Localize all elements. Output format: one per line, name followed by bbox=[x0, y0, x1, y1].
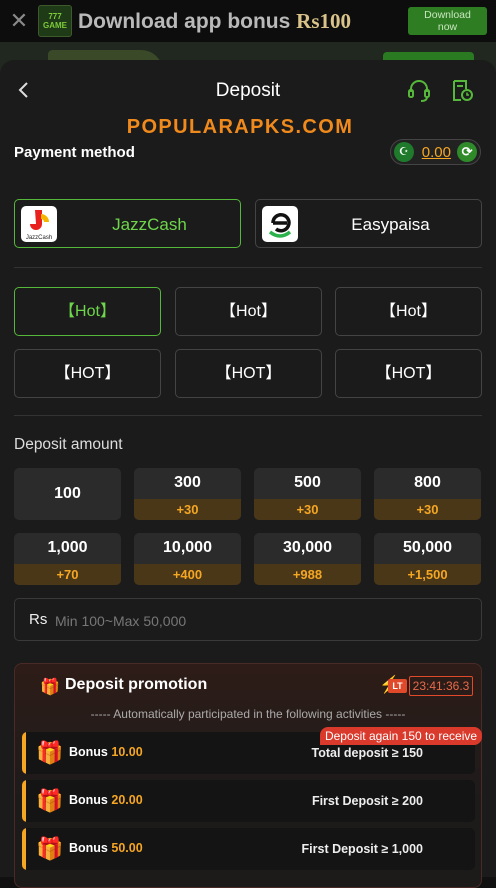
deposit-again-tag: Deposit again 150 to receive bbox=[320, 727, 482, 745]
bonus-row: 🎁 Bonus 50.00 First Deposit ≥ 1,000 bbox=[22, 828, 475, 870]
method-easypaisa[interactable]: Easypaisa bbox=[255, 199, 482, 248]
amount-option-800[interactable]: 800 +30 bbox=[374, 468, 481, 520]
amount-placeholder: Min 100~Max 50,000 bbox=[55, 613, 187, 629]
deposit-promotion-panel: 🎁 Deposit promotion ⚡ LT 23:41:36.3 ----… bbox=[14, 663, 482, 888]
close-banner-icon[interactable]: ✕ bbox=[0, 0, 38, 42]
deposit-history-icon[interactable] bbox=[449, 78, 475, 104]
bonus-amount: 20.00 bbox=[111, 793, 143, 807]
download-line-2: now bbox=[437, 21, 458, 33]
promotion-note: ----- Automatically participated in the … bbox=[90, 707, 406, 721]
amount-bonus: +30 bbox=[254, 499, 361, 520]
customer-service-icon[interactable] bbox=[406, 78, 432, 104]
jazzcash-logo-text: JazzCash bbox=[26, 235, 52, 241]
amount-option-300[interactable]: 300 +30 bbox=[134, 468, 241, 520]
watermark-text: POPULARAPKS.COM bbox=[126, 116, 354, 138]
deposit-amount-input[interactable]: Rs Min 100~Max 50,000 bbox=[14, 598, 482, 641]
logo-line-1: 777 bbox=[48, 12, 62, 21]
method-jazzcash[interactable]: JazzCash JazzCash bbox=[14, 199, 241, 248]
amount-value: 30,000 bbox=[283, 539, 332, 556]
download-line-1: Download bbox=[424, 9, 471, 21]
amount-value: 10,000 bbox=[163, 539, 212, 556]
logo-line-2: GAME bbox=[43, 21, 67, 30]
countdown-timer: 23:41:36.3 bbox=[409, 676, 473, 696]
amount-value: 100 bbox=[54, 485, 81, 502]
method-name: Easypaisa bbox=[351, 215, 430, 234]
bonus-condition: First Deposit ≥ 200 bbox=[311, 794, 423, 808]
download-now-button[interactable]: Download now bbox=[408, 7, 487, 35]
channel-hot-5[interactable]: 【HOT】 bbox=[175, 349, 322, 398]
amount-bonus: +70 bbox=[14, 564, 121, 585]
divider bbox=[14, 415, 482, 416]
bonus-condition: First Deposit ≥ 1,000 bbox=[301, 842, 423, 856]
channel-hot-2[interactable]: 【Hot】 bbox=[175, 287, 322, 336]
gift-icon: 🎁 bbox=[40, 679, 60, 696]
bonus-word: Bonus bbox=[69, 793, 108, 807]
banner-title-amount: Rs100 bbox=[296, 8, 351, 33]
row-accent-bar bbox=[22, 780, 26, 822]
amount-option-50000[interactable]: 50,000 +1,500 bbox=[374, 533, 481, 585]
channel-hot-3[interactable]: 【Hot】 bbox=[335, 287, 482, 336]
amount-option-100[interactable]: 100 bbox=[14, 468, 121, 520]
balance-amount: 0.00 bbox=[421, 143, 451, 161]
balance-pill: ☪ 0.00 ⟳ bbox=[390, 139, 481, 165]
bonus-label: Bonus 20.00 bbox=[69, 793, 143, 807]
method-name: JazzCash bbox=[112, 215, 187, 234]
payment-method-label: Payment method bbox=[14, 144, 135, 161]
amount-option-10000[interactable]: 10,000 +400 bbox=[134, 533, 241, 585]
easypaisa-logo-icon bbox=[262, 206, 298, 242]
amount-option-500[interactable]: 500 +30 bbox=[254, 468, 361, 520]
deposit-amount-label: Deposit amount bbox=[14, 436, 123, 453]
channel-hot-4[interactable]: 【HOT】 bbox=[14, 349, 161, 398]
bonus-amount: 10.00 bbox=[111, 745, 143, 759]
banner-title-text: Download app bonus bbox=[78, 9, 297, 33]
bonus-word: Bonus bbox=[69, 745, 108, 759]
promotion-title: Deposit promotion bbox=[65, 676, 208, 693]
lt-label: LT bbox=[388, 679, 407, 693]
amount-value: 50,000 bbox=[403, 539, 452, 556]
amount-bonus: +400 bbox=[134, 564, 241, 585]
refresh-icon[interactable]: ⟳ bbox=[457, 142, 477, 162]
channel-hot-6[interactable]: 【HOT】 bbox=[335, 349, 482, 398]
row-accent-bar bbox=[22, 828, 26, 870]
amount-option-30000[interactable]: 30,000 +988 bbox=[254, 533, 361, 585]
gift-box-icon: 🎁 bbox=[36, 788, 64, 813]
app-logo: 777 GAME bbox=[38, 5, 72, 37]
gift-box-icon: 🎁 bbox=[36, 836, 64, 861]
amount-value: 800 bbox=[414, 474, 441, 491]
amount-option-1000[interactable]: 1,000 +70 bbox=[14, 533, 121, 585]
row-accent-bar bbox=[22, 732, 26, 774]
amount-bonus: +30 bbox=[374, 499, 481, 520]
banner-title: Download app bonus Rs100 bbox=[78, 9, 408, 34]
bonus-amount: 50.00 bbox=[111, 841, 143, 855]
bonus-label: Bonus 50.00 bbox=[69, 841, 143, 855]
amount-bonus: +30 bbox=[134, 499, 241, 520]
amount-value: 1,000 bbox=[47, 539, 88, 556]
amount-bonus: +1,500 bbox=[374, 564, 481, 585]
bonus-label: Bonus 10.00 bbox=[69, 745, 143, 759]
bonus-condition: Total deposit ≥ 150 bbox=[311, 746, 423, 760]
bonus-row: 🎁 Bonus 20.00 First Deposit ≥ 200 bbox=[22, 780, 475, 822]
download-banner: ✕ 777 GAME Download app bonus Rs100 Down… bbox=[0, 0, 496, 42]
pakistan-flag-icon: ☪ bbox=[394, 142, 414, 162]
jazzcash-logo-graphic: JazzCash bbox=[26, 210, 52, 241]
amount-bonus: +988 bbox=[254, 564, 361, 585]
bonus-word: Bonus bbox=[69, 841, 108, 855]
gift-box-icon: 🎁 bbox=[36, 740, 64, 765]
amount-value: 300 bbox=[174, 474, 201, 491]
amount-value: 500 bbox=[294, 474, 321, 491]
channel-hot-1[interactable]: 【Hot】 bbox=[14, 287, 161, 336]
jazzcash-logo-icon: JazzCash bbox=[21, 206, 57, 242]
deposit-sheet: Deposit POPULARAPKS.COM Payment method ☪… bbox=[0, 60, 496, 888]
divider bbox=[14, 267, 482, 268]
easypaisa-logo-graphic bbox=[268, 213, 292, 238]
limited-time-badge: ⚡ LT bbox=[379, 676, 407, 696]
currency-label: Rs bbox=[29, 611, 48, 628]
